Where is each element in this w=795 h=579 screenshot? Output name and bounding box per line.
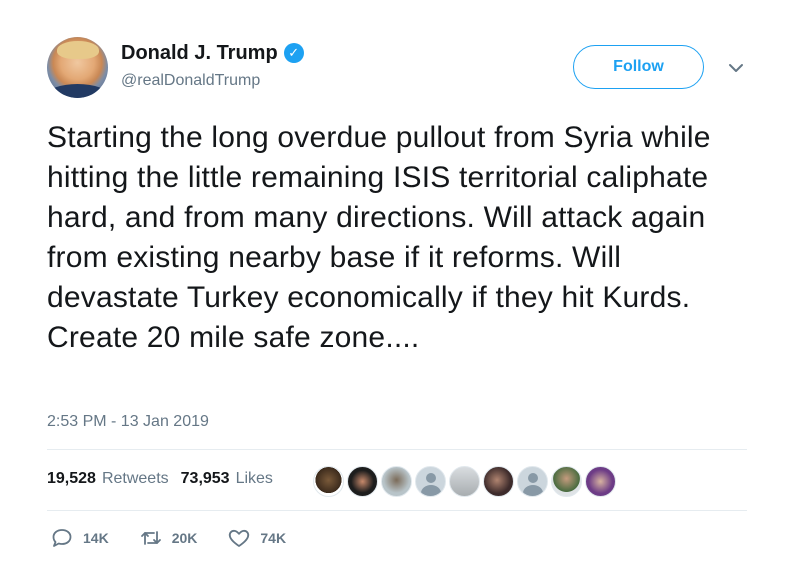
liker-avatars [313, 466, 616, 497]
avatar-suit [47, 84, 108, 98]
divider [47, 449, 747, 450]
liker-avatar[interactable] [415, 466, 446, 497]
chevron-down-icon[interactable] [728, 62, 744, 74]
reply-count: 14K [83, 530, 109, 546]
reply-action[interactable]: 14K [50, 526, 109, 550]
like-count: 74K [260, 530, 287, 546]
liker-avatar[interactable] [483, 466, 514, 497]
likes-label[interactable]: Likes [236, 470, 273, 488]
reply-icon[interactable] [50, 526, 74, 550]
author-handle[interactable]: @realDonaldTrump [121, 72, 260, 90]
tweet-actions: 14K 20K 74K [50, 526, 316, 550]
liker-avatar[interactable] [551, 466, 582, 497]
liker-avatar[interactable] [585, 466, 616, 497]
author-avatar[interactable] [47, 37, 108, 98]
liker-avatar[interactable] [517, 466, 548, 497]
follow-button[interactable]: Follow [573, 45, 704, 89]
retweets-label[interactable]: Retweets [102, 470, 169, 488]
retweet-action[interactable]: 20K [139, 526, 198, 550]
liker-avatar[interactable] [347, 466, 378, 497]
avatar-hair [57, 41, 99, 59]
author-name[interactable]: Donald J. Trump [121, 39, 278, 67]
liker-avatar[interactable] [313, 466, 344, 497]
liker-avatar[interactable] [449, 466, 480, 497]
retweet-count: 20K [171, 530, 198, 546]
retweets-count[interactable]: 19,528 [47, 470, 96, 488]
retweet-icon[interactable] [139, 526, 163, 550]
verified-badge-icon: ✓ [283, 43, 304, 63]
tweet-text: Starting the long overdue pullout from S… [47, 121, 720, 354]
likes-count[interactable]: 73,953 [181, 470, 230, 488]
engagement-stats: 19,528 Retweets 73,953 Likes [47, 470, 279, 488]
author-name-row[interactable]: Donald J. Trump ✓ [121, 39, 304, 67]
divider [47, 510, 747, 511]
tweet-timestamp[interactable]: 2:53 PM - 13 Jan 2019 [47, 413, 209, 431]
like-action[interactable]: 74K [227, 526, 286, 550]
liker-avatar[interactable] [381, 466, 412, 497]
heart-icon[interactable] [227, 526, 251, 550]
